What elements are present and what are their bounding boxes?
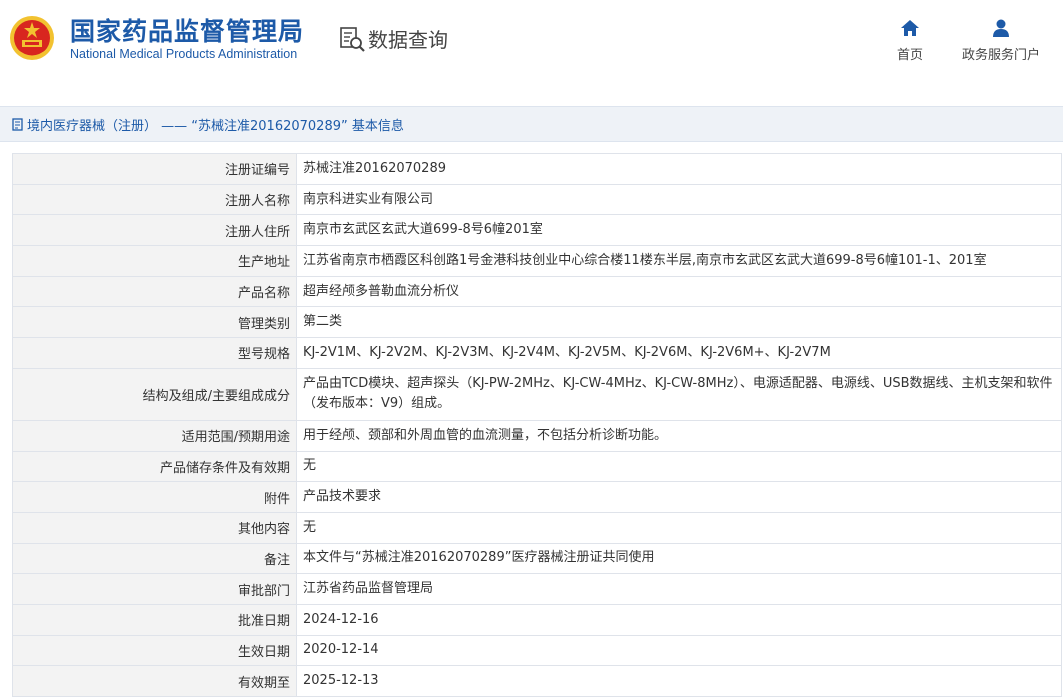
table-row: 生效日期 2020-12-14: [12, 634, 1062, 667]
row-value: 产品技术要求: [296, 481, 1062, 513]
user-icon: [993, 19, 1009, 37]
row-value: 本文件与“苏械注准20162070289”医疗器械注册证共同使用: [296, 542, 1062, 575]
nav-service-portal-label: 政务服务门户: [961, 48, 1040, 63]
table-row: 审批部门 江苏省药品监督管理局: [12, 573, 1062, 605]
row-label: 批准日期: [12, 603, 297, 636]
row-label: 生产地址: [12, 245, 297, 277]
national-emblem-icon: [10, 16, 54, 60]
row-label: 型号规格: [12, 337, 297, 369]
row-value: 苏械注准20162070289: [296, 153, 1062, 185]
table-row: 生产地址 江苏省南京市栖霞区科创路1号金港科技创业中心综合楼11楼东半层,南京市玄…: [12, 245, 1062, 277]
row-label: 适用范围/预期用途: [12, 419, 297, 452]
row-label: 注册证编号: [12, 153, 297, 185]
search-document-icon: [340, 26, 365, 52]
table-row: 型号规格 KJ-2V1M、KJ-2V2M、KJ-2V3M、KJ-2V4M、KJ-2…: [12, 337, 1062, 369]
row-value: 超声经颅多普勒血流分析仪: [296, 275, 1062, 308]
nav-home-link[interactable]: 首页: [895, 18, 925, 63]
row-value: 产品由TCD模块、超声探头（KJ-PW-2MHz、KJ-CW-4MHz、KJ-C…: [296, 367, 1062, 421]
row-label: 结构及组成/主要组成成分: [12, 367, 297, 421]
row-label: 产品储存条件及有效期: [12, 450, 297, 483]
table-row: 注册人名称 南京科进实业有限公司: [12, 183, 1062, 216]
row-value: 南京市玄武区玄武大道699-8号6幢201室: [296, 214, 1062, 247]
row-value: 2025-12-13: [296, 665, 1062, 697]
row-value: 第二类: [296, 306, 1062, 339]
table-row: 产品储存条件及有效期无: [12, 450, 1062, 483]
table-row: 有效期至 2025-12-13: [12, 665, 1062, 697]
document-icon: [12, 117, 23, 131]
row-value: 江苏省药品监督管理局: [296, 573, 1062, 605]
row-value: 2024-12-16: [296, 603, 1062, 636]
row-label: 注册人住所: [12, 214, 297, 247]
registration-info-table: 注册证编号 苏械注准20162070289 注册人名称 南京科进实业有限公司 注册人…: [12, 153, 1062, 697]
table-row: 注册证编号 苏械注准20162070289: [12, 153, 1062, 185]
row-label: 审批部门: [12, 573, 297, 605]
data-query-section: 数据查询: [338, 24, 448, 53]
row-label: 注册人名称: [12, 183, 297, 216]
table-row: 附件 产品技术要求: [12, 481, 1062, 513]
row-label: 有效期至: [12, 665, 297, 697]
table-row: 批准日期 2024-12-16: [12, 603, 1062, 636]
row-value: 无: [296, 450, 1062, 483]
nav-home-label: 首页: [896, 48, 923, 63]
row-value: KJ-2V1M、KJ-2V2M、KJ-2V3M、KJ-2V4M、KJ-2V5M、…: [296, 337, 1062, 369]
home-icon: [901, 20, 919, 36]
site-title[interactable]: 国家药品监督管理局: [70, 12, 304, 48]
row-value: 无: [296, 511, 1062, 544]
row-label: 管理类别: [12, 306, 297, 339]
table-row: 其他内容无: [12, 511, 1062, 544]
row-value: 南京科进实业有限公司: [296, 183, 1062, 216]
table-row: 备注 本文件与“苏械注准20162070289”医疗器械注册证共同使用: [12, 542, 1062, 575]
row-label: 产品名称: [12, 275, 297, 308]
table-row: 结构及组成/主要组成成分 产品由TCD模块、超声探头（KJ-PW-2MHz、KJ-…: [12, 367, 1062, 421]
row-label: 备注: [12, 542, 297, 575]
breadcrumb-text: 境内医疗器械（注册） —— “苏械注准20162070289” 基本信息: [27, 118, 404, 134]
site-subtitle: National Medical Products Administration: [70, 47, 298, 61]
nav-service-portal-link[interactable]: 政务服务门户: [960, 18, 1042, 63]
row-label: 其他内容: [12, 511, 297, 544]
data-query-label: 数据查询: [368, 28, 448, 52]
site-header: 国家药品监督管理局 National Medical Products Admi…: [0, 0, 1063, 90]
row-label: 生效日期: [12, 634, 297, 667]
table-row: 注册人住所 南京市玄武区玄武大道699-8号6幢201室: [12, 214, 1062, 247]
row-value: 江苏省南京市栖霞区科创路1号金港科技创业中心综合楼11楼东半层,南京市玄武区玄武…: [296, 245, 1062, 277]
table-row: 管理类别 第二类: [12, 306, 1062, 339]
row-value: 用于经颅、颈部和外周血管的血流测量，不包括分析诊断功能。: [296, 419, 1062, 452]
breadcrumb: 境内医疗器械（注册） —— “苏械注准20162070289” 基本信息: [0, 106, 1063, 142]
table-row: 适用范围/预期用途 用于经颅、颈部和外周血管的血流测量，不包括分析诊断功能。: [12, 419, 1062, 452]
table-row: 产品名称 超声经颅多普勒血流分析仪: [12, 275, 1062, 308]
row-value: 2020-12-14: [296, 634, 1062, 667]
row-label: 附件: [12, 481, 297, 513]
